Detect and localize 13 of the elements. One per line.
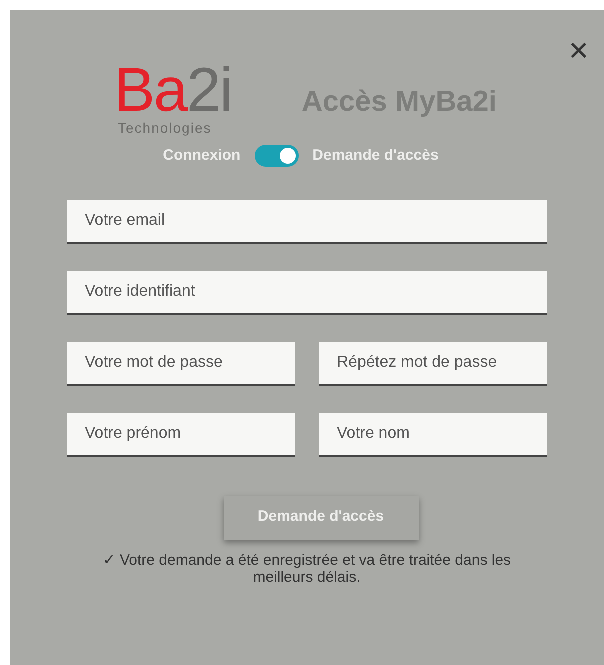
text-field[interactable]: Votre email <box>67 200 547 244</box>
checkmark-icon: ✓ <box>102 552 116 568</box>
close-button[interactable]: ✕ <box>568 38 590 64</box>
text-field[interactable]: Répétez mot de passe <box>319 342 547 386</box>
text-field[interactable]: Votre prénom <box>67 412 295 456</box>
text-field[interactable]: Votre identifiant <box>67 270 547 314</box>
success-message: ✓ Votre demande a été enregistrée et va être traitée dans les meilleurs délais. <box>102 552 512 586</box>
switch-label: Demande d'accès <box>312 146 439 166</box>
switch-label: Connexion <box>163 146 241 166</box>
mode-switch[interactable] <box>254 145 299 168</box>
text-field[interactable]: Votre mot de passe <box>67 342 295 386</box>
logo: Ba2i Technologies <box>114 60 232 138</box>
text-field[interactable]: Votre nom <box>319 412 547 456</box>
